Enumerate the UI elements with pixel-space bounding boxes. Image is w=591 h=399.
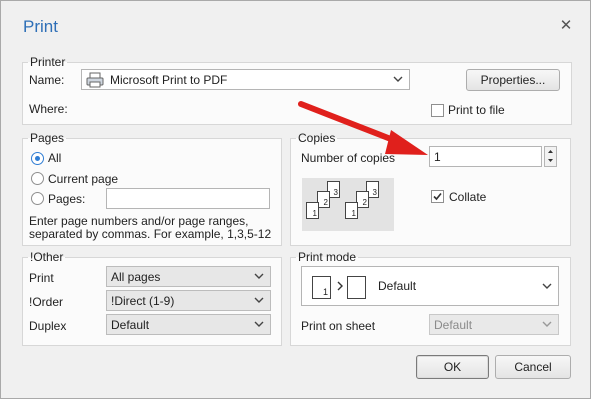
printer-icon [86, 72, 104, 87]
pages-all-label: All [48, 151, 62, 165]
arrow-head [385, 130, 428, 155]
pages-all-radio[interactable] [31, 152, 44, 165]
print-to-file-label: Print to file [448, 103, 505, 117]
print-on-sheet-select[interactable]: Default [429, 314, 559, 335]
chevron-down-icon [542, 321, 552, 327]
close-icon[interactable]: ✕ [559, 18, 573, 34]
print-mode-sheet-icon [347, 276, 366, 299]
other-duplex-select[interactable]: Default [106, 314, 271, 335]
other-order-value: !Direct (1-9) [111, 293, 175, 308]
printer-legend: Printer [30, 55, 66, 69]
other-order-select[interactable]: !Direct (1-9) [106, 290, 271, 311]
dialog-title: Print [23, 17, 58, 36]
other-print-select[interactable]: All pages [106, 266, 271, 287]
other-order-label: !Order [29, 295, 64, 309]
collate-checkbox[interactable] [431, 190, 444, 203]
other-print-value: All pages [111, 269, 161, 284]
cancel-button[interactable]: Cancel [495, 355, 571, 379]
print-mode-value: Default [378, 279, 417, 293]
pages-current-radio[interactable] [31, 172, 44, 185]
spin-up-icon[interactable] [545, 147, 556, 156]
properties-button[interactable]: Properties... [466, 69, 560, 91]
ok-button[interactable]: OK [416, 355, 489, 379]
print-on-sheet-label: Print on sheet [301, 319, 376, 333]
checkmark-icon [433, 192, 442, 201]
print-mode-select[interactable]: 1 Default [301, 266, 559, 306]
other-duplex-value: Default [111, 317, 150, 332]
chevron-down-icon [254, 273, 264, 279]
copies-number-input[interactable]: 1 [429, 146, 542, 167]
pages-hint-line1: Enter page numbers and/or page ranges, [29, 214, 249, 228]
other-duplex-label: Duplex [29, 319, 67, 333]
pages-range-radio[interactable] [31, 192, 44, 205]
print-mode-legend: Print mode [298, 250, 357, 264]
print-dialog: Print ✕ Printer Name: Microsoft Print to… [0, 0, 591, 399]
pages-hint-line2: separated by commas. For example, 1,3,5-… [29, 227, 272, 241]
printer-select-value: Microsoft Print to PDF [110, 72, 228, 87]
collate-page-1b: 1 [345, 202, 358, 219]
collate-label: Collate [449, 190, 487, 204]
pages-range-label: Pages: [48, 192, 86, 206]
chevron-down-icon [254, 321, 264, 327]
printer-where-label: Where: [29, 102, 68, 116]
other-print-label: Print [29, 271, 54, 285]
arrow-shaft [298, 101, 404, 146]
pages-range-input[interactable] [106, 188, 270, 209]
collate-preview: 3 2 1 3 2 1 [302, 178, 394, 231]
collate-page-1a: 1 [306, 202, 319, 219]
copies-spin-buttons[interactable] [544, 146, 557, 167]
print-on-sheet-value: Default [434, 317, 473, 332]
ok-button-label: OK [443, 360, 462, 374]
chevron-down-icon [254, 297, 264, 303]
properties-button-label: Properties... [480, 73, 546, 87]
spin-down-icon[interactable] [545, 156, 556, 165]
pages-current-label: Current page [48, 172, 119, 186]
printer-name-label: Name: [29, 73, 65, 87]
print-mode-page-number: 1 [322, 287, 328, 297]
pages-legend: Pages [30, 131, 65, 145]
chevron-down-icon [542, 283, 552, 289]
other-legend: !Other [30, 250, 64, 264]
printer-select[interactable]: Microsoft Print to PDF [81, 69, 410, 90]
cancel-button-label: Cancel [514, 360, 552, 374]
red-arrow-annotation [298, 101, 428, 155]
chevron-right-icon [337, 281, 343, 291]
chevron-down-icon [393, 76, 403, 82]
print-mode-page-icon: 1 [312, 276, 331, 299]
